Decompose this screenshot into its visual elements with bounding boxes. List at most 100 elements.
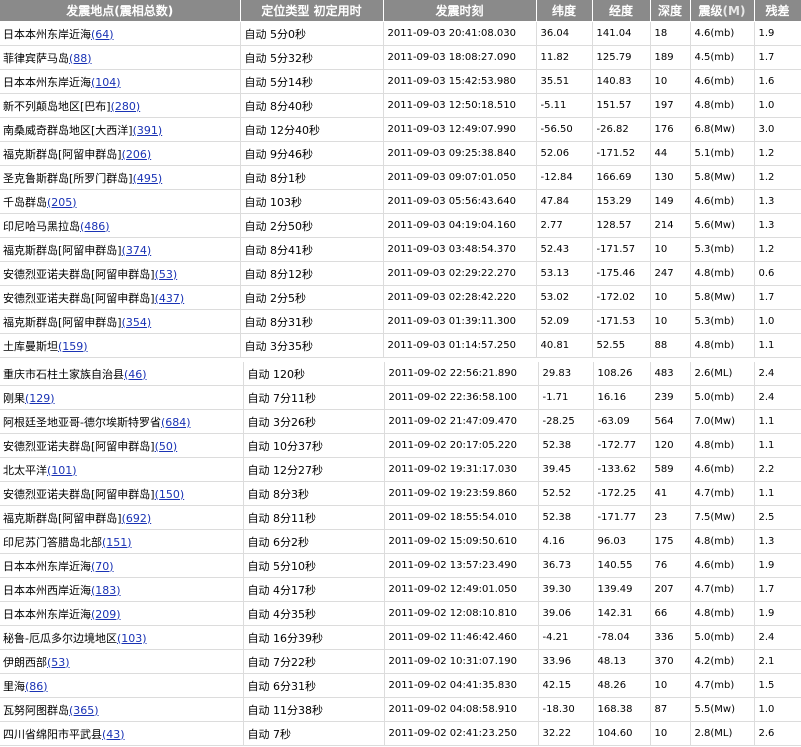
header-time[interactable]: 发震时刻 [383, 0, 537, 21]
depth-cell: 76 [650, 553, 691, 578]
residual-cell: 1.9 [754, 22, 801, 46]
table-row: 安德烈亚诺夫群岛[阿留申群岛](50) 自动 10分37秒 2011-09-02 2… [0, 433, 801, 458]
type-cell: 自动 8分11秒 [243, 505, 385, 530]
phase-count-link[interactable]: (206) [122, 148, 152, 161]
header-lat[interactable]: 纬度 [536, 0, 593, 21]
time-cell: 2011-09-02 10:31:07.190 [384, 649, 539, 674]
phase-count-link[interactable]: (43) [102, 728, 125, 741]
depth-cell: 10 [650, 309, 691, 334]
phase-count-link[interactable]: (101) [47, 464, 77, 477]
location-cell: 安德烈亚诺夫群岛[阿留申群岛](50) [0, 433, 244, 458]
time-cell: 2011-09-03 15:42:53.980 [383, 69, 537, 94]
quake-table-0903: 日本本州东岸近海(64) 自动 5分0秒 2011-09-03 20:41:08.0… [0, 22, 801, 358]
type-cell: 自动 12分27秒 [243, 457, 385, 482]
phase-count-link[interactable]: (150) [155, 488, 185, 501]
residual-cell: 2.2 [754, 457, 801, 482]
table-row: 重庆市石柱土家族自治县(46) 自动 120秒 2011-09-02 22:56:2… [0, 362, 801, 386]
magnitude-cell: 7.0(Mw) [690, 409, 755, 434]
residual-cell: 2.5 [754, 505, 801, 530]
depth-cell: 564 [650, 409, 691, 434]
type-cell: 自动 8分40秒 [240, 93, 384, 118]
magnitude-cell: 5.1(mb) [690, 141, 755, 166]
depth-cell: 10 [650, 721, 691, 746]
phase-count-link[interactable]: (86) [25, 680, 48, 693]
phase-count-link[interactable]: (64) [91, 28, 114, 41]
depth-cell: 483 [650, 362, 691, 386]
phase-count-link[interactable]: (280) [111, 100, 141, 113]
location-cell: 安德烈亚诺夫群岛[阿留申群岛](53) [0, 261, 241, 286]
magnitude-cell: 4.5(mb) [690, 45, 755, 70]
header-depth[interactable]: 深度 [650, 0, 691, 21]
phase-count-link[interactable]: (183) [91, 584, 121, 597]
magnitude-cell: 6.8(Mw) [690, 117, 755, 142]
depth-cell: 88 [650, 333, 691, 358]
lon-cell: 168.38 [593, 697, 651, 722]
depth-cell: 175 [650, 529, 691, 554]
residual-cell: 1.9 [754, 553, 801, 578]
type-cell: 自动 11分38秒 [243, 697, 385, 722]
header-residual[interactable]: 残差 [754, 0, 801, 21]
magnitude-cell: 4.6(mb) [690, 553, 755, 578]
phase-count-link[interactable]: (70) [91, 560, 114, 573]
location-text: 日本本州东岸近海 [3, 75, 91, 89]
phase-count-link[interactable]: (495) [133, 172, 163, 185]
location-cell: 福克斯群岛[阿留申群岛](206) [0, 141, 241, 166]
location-cell: 阿根廷圣地亚哥-德尔埃斯特罗省(684) [0, 409, 244, 434]
header-location[interactable]: 发震地点(震相总数) [0, 0, 241, 21]
header-magnitude[interactable]: 震级(M) [690, 0, 755, 21]
header-lon[interactable]: 经度 [592, 0, 651, 21]
phase-count-link[interactable]: (46) [124, 368, 147, 381]
lon-cell: 140.83 [592, 69, 651, 94]
lon-cell: -171.52 [592, 141, 651, 166]
type-cell: 自动 103秒 [240, 189, 384, 214]
magnitude-cell: 5.3(mb) [690, 309, 755, 334]
magnitude-cell: 4.6(mb) [690, 22, 755, 46]
header-type[interactable]: 定位类型 初定用时 [240, 0, 384, 21]
phase-count-link[interactable]: (151) [102, 536, 132, 549]
phase-count-link[interactable]: (486) [80, 220, 110, 233]
phase-count-link[interactable]: (159) [58, 340, 88, 353]
location-cell: 印尼苏门答腊岛北部(151) [0, 529, 244, 554]
table-row: 千岛群岛(205) 自动 103秒 2011-09-03 05:56:43.640 4… [0, 189, 801, 214]
type-cell: 自动 2分5秒 [240, 285, 384, 310]
phase-count-link[interactable]: (129) [25, 392, 55, 405]
residual-cell: 0.6 [754, 261, 801, 286]
depth-cell: 197 [650, 93, 691, 118]
phase-count-link[interactable]: (50) [155, 440, 178, 453]
phase-count-link[interactable]: (88) [69, 52, 92, 65]
lat-cell: -5.11 [536, 93, 593, 118]
phase-count-link[interactable]: (205) [47, 196, 77, 209]
lat-cell: 11.82 [536, 45, 593, 70]
location-cell: 北太平洋(101) [0, 457, 244, 482]
residual-cell: 1.1 [754, 409, 801, 434]
residual-cell: 1.9 [754, 601, 801, 626]
residual-cell: 1.0 [754, 93, 801, 118]
depth-cell: 189 [650, 45, 691, 70]
phase-count-link[interactable]: (354) [122, 316, 152, 329]
phase-count-link[interactable]: (437) [155, 292, 185, 305]
phase-count-link[interactable]: (365) [69, 704, 99, 717]
location-cell: 日本本州东岸近海(70) [0, 553, 244, 578]
table-row: 安德烈亚诺夫群岛[阿留申群岛](437) 自动 2分5秒 2011-09-03 02… [0, 285, 801, 310]
lon-cell: 141.04 [592, 22, 651, 46]
phase-count-link[interactable]: (104) [91, 76, 121, 89]
table-row: 日本本州东岸近海(64) 自动 5分0秒 2011-09-03 20:41:08.0… [0, 22, 801, 46]
phase-count-link[interactable]: (209) [91, 608, 121, 621]
location-text: 阿根廷圣地亚哥-德尔埃斯特罗省 [3, 415, 161, 429]
table-row: 福克斯群岛[阿留申群岛](354) 自动 8分31秒 2011-09-03 01:3… [0, 309, 801, 334]
phase-count-link[interactable]: (103) [117, 632, 147, 645]
phase-count-link[interactable]: (53) [155, 268, 178, 281]
table-row: 安德烈亚诺夫群岛[阿留申群岛](53) 自动 8分12秒 2011-09-03 02… [0, 261, 801, 286]
lat-cell: 52.09 [536, 309, 593, 334]
phase-count-link[interactable]: (684) [161, 416, 191, 429]
phase-count-link[interactable]: (53) [47, 656, 70, 669]
location-cell: 日本本州西岸近海(183) [0, 577, 244, 602]
type-cell: 自动 5分10秒 [243, 553, 385, 578]
time-cell: 2011-09-03 04:19:04.160 [383, 213, 537, 238]
phase-count-link[interactable]: (692) [122, 512, 152, 525]
phase-count-link[interactable]: (391) [133, 124, 163, 137]
location-cell: 里海(86) [0, 673, 244, 698]
lon-cell: 153.29 [592, 189, 651, 214]
phase-count-link[interactable]: (374) [122, 244, 152, 257]
time-cell: 2011-09-02 12:08:10.810 [384, 601, 539, 626]
